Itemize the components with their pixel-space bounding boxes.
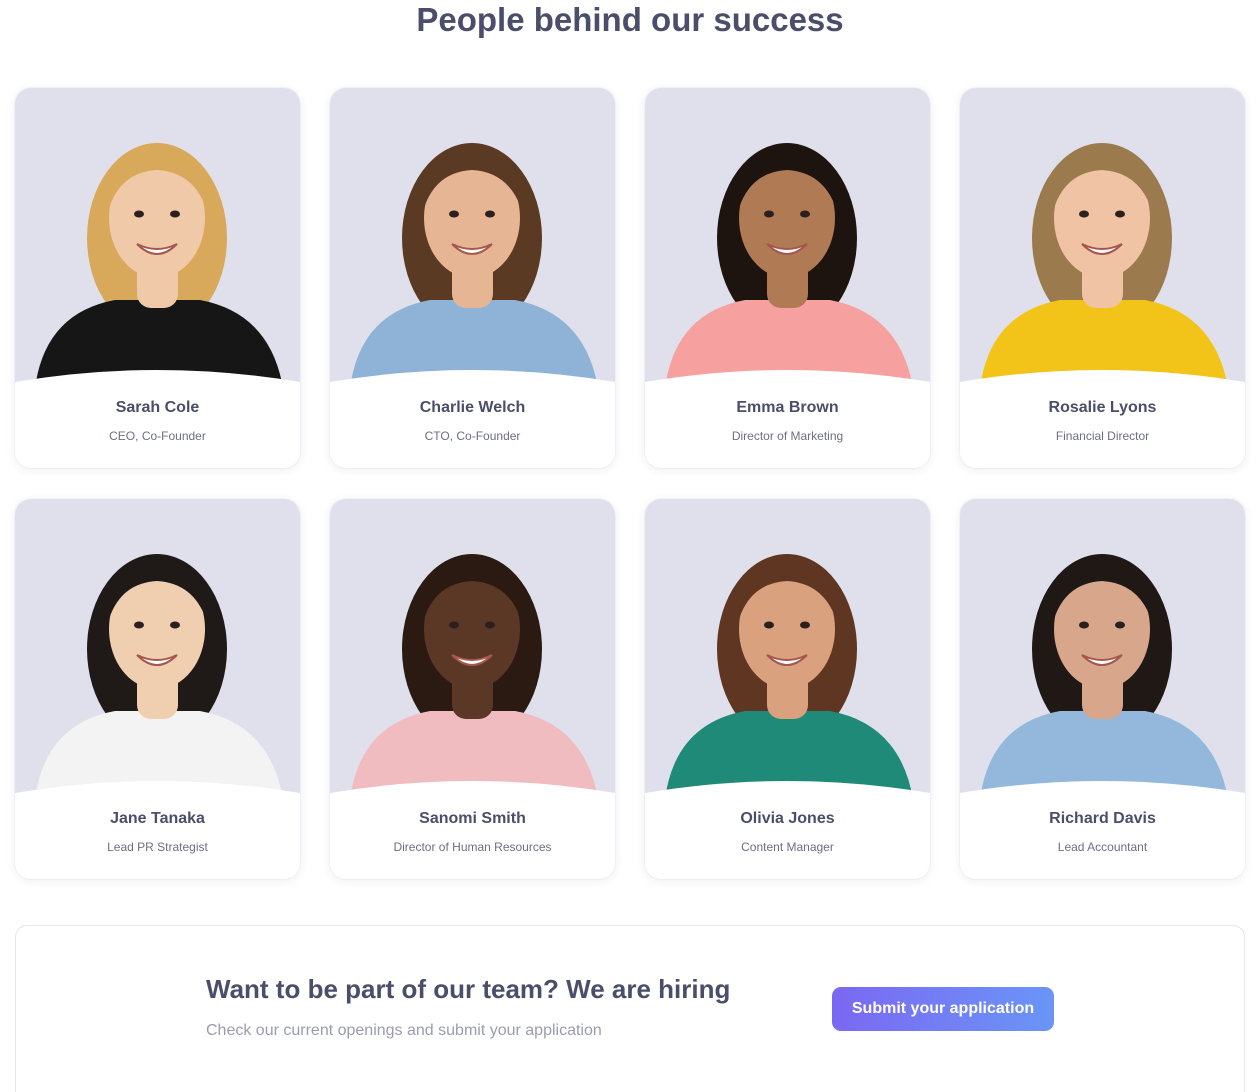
team-member-name: Sarah Cole	[115, 399, 200, 416]
right-eye	[1115, 621, 1125, 629]
portrait-illustration	[665, 143, 913, 388]
team-member-role: Financial Director	[1055, 429, 1150, 443]
team-photo	[330, 499, 615, 799]
portrait-illustration	[350, 554, 598, 799]
team-member-name: Olivia Jones	[740, 810, 835, 827]
team-photo	[645, 499, 930, 799]
hiring-subtitle: Check our current openings and submit yo…	[206, 1022, 602, 1039]
card-curve	[15, 781, 300, 811]
hiring-banner: Want to be part of our team? We are hiri…	[15, 925, 1245, 1092]
team-member-role: Lead PR Strategist	[107, 840, 208, 854]
team-member-role: Director of Human Resources	[393, 840, 552, 854]
team-card[interactable]: Charlie Welch CTO, Co-Founder	[330, 88, 615, 468]
portrait-illustration	[35, 143, 283, 388]
portrait-illustration	[350, 143, 598, 388]
card-curve	[645, 781, 930, 811]
card-curve	[645, 370, 930, 400]
submit-application-button[interactable]: Submit your application	[832, 987, 1054, 1031]
team-photo	[15, 499, 300, 799]
portrait-illustration	[980, 143, 1228, 388]
card-curve	[960, 370, 1245, 400]
team-member-name: Sanomi Smith	[419, 810, 526, 827]
team-card[interactable]: Olivia Jones Content Manager	[645, 499, 930, 879]
portrait-illustration	[665, 554, 913, 799]
left-eye	[1079, 621, 1089, 629]
team-photo	[330, 88, 615, 388]
right-eye	[170, 210, 180, 218]
hiring-title: Want to be part of our team? We are hiri…	[206, 974, 731, 1004]
team-card[interactable]: Sanomi Smith Director of Human Resources	[330, 499, 615, 879]
portrait-illustration	[35, 554, 283, 799]
card-curve	[960, 781, 1245, 811]
right-eye	[800, 210, 810, 218]
team-member-name: Charlie Welch	[419, 399, 526, 416]
right-eye	[170, 621, 180, 629]
team-member-name: Jane Tanaka	[110, 810, 205, 827]
left-eye	[449, 210, 459, 218]
team-grid: Sarah Cole CEO, Co-Founder Charlie Welch…	[15, 88, 1245, 879]
team-photo	[15, 88, 300, 388]
team-member-role: Director of Marketing	[731, 429, 844, 443]
portrait-illustration	[980, 554, 1228, 799]
team-card[interactable]: Sarah Cole CEO, Co-Founder	[15, 88, 300, 468]
team-member-role: CEO, Co-Founder	[109, 429, 206, 443]
team-member-name: Rosalie Lyons	[1048, 399, 1157, 416]
right-eye	[800, 621, 810, 629]
team-photo	[645, 88, 930, 388]
left-eye	[449, 621, 459, 629]
right-eye	[1115, 210, 1125, 218]
team-card[interactable]: Emma Brown Director of Marketing	[645, 88, 930, 468]
team-card[interactable]: Richard Davis Lead Accountant	[960, 499, 1245, 879]
team-card[interactable]: Rosalie Lyons Financial Director	[960, 88, 1245, 468]
team-member-name: Richard Davis	[1049, 810, 1156, 827]
team-photo	[960, 88, 1245, 388]
right-eye	[485, 210, 495, 218]
team-photo	[960, 499, 1245, 799]
right-eye	[485, 621, 495, 629]
team-member-role: CTO, Co-Founder	[424, 429, 521, 443]
card-curve	[330, 781, 615, 811]
team-card[interactable]: Jane Tanaka Lead PR Strategist	[15, 499, 300, 879]
page-title: People behind our success	[416, 1, 844, 38]
card-curve	[15, 370, 300, 400]
card-curve	[330, 370, 615, 400]
team-member-role: Content Manager	[741, 840, 834, 854]
left-eye	[764, 210, 774, 218]
left-eye	[1079, 210, 1089, 218]
left-eye	[764, 621, 774, 629]
team-member-name: Emma Brown	[736, 399, 839, 416]
left-eye	[134, 621, 144, 629]
left-eye	[134, 210, 144, 218]
team-member-role: Lead Accountant	[1057, 840, 1148, 854]
